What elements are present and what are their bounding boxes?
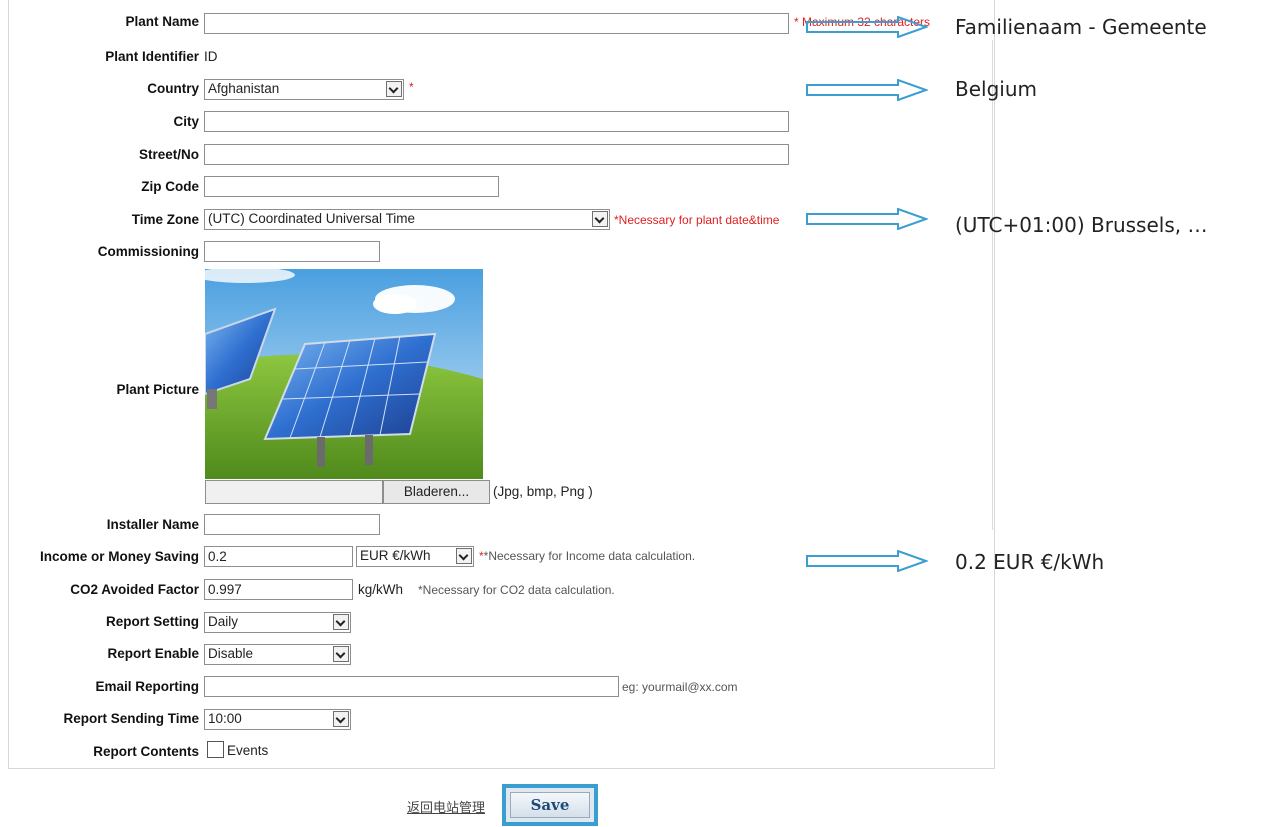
plant-picture-label: Plant Picture [116, 382, 199, 397]
report-enable-selected: Disable [208, 646, 254, 661]
divider-line [992, 40, 993, 530]
chevron-down-icon[interactable] [333, 711, 349, 727]
street-label: Street/No [138, 147, 199, 162]
report-enable-select[interactable]: Disable [204, 644, 351, 665]
events-checkbox[interactable] [207, 741, 224, 758]
report-setting-selected: Daily [208, 614, 239, 629]
report-enable-label: Report Enable [107, 646, 199, 661]
chevron-down-icon[interactable] [333, 646, 349, 662]
annotation-country: Belgium [955, 77, 1037, 101]
income-unit-selected: EUR €/kWh [360, 548, 431, 563]
annotation-plant-name: Familienaam - Gemeente [955, 15, 1207, 39]
save-button[interactable]: Save [510, 792, 590, 818]
send-time-label: Report Sending Time [63, 711, 199, 726]
picture-formats-hint: (Jpg, bmp, Png ) [493, 484, 593, 499]
report-setting-select[interactable]: Daily [204, 612, 351, 633]
annotation-arrow-3 [806, 208, 928, 230]
income-label: Income or Money Saving [39, 549, 199, 564]
chevron-down-icon[interactable] [456, 548, 472, 564]
browse-button[interactable]: Bladeren... [383, 480, 490, 504]
time-zone-note: *Necessary for plant date&time [614, 213, 780, 227]
plant-name-label: Plant Name [125, 14, 199, 29]
co2-input[interactable] [204, 579, 353, 600]
co2-label: CO2 Avoided Factor [70, 582, 199, 597]
annotation-arrow-1 [806, 16, 928, 38]
annotation-time-zone: (UTC+01:00) Brussels, … [955, 213, 1208, 237]
zip-input[interactable] [204, 176, 499, 197]
annotation-income: 0.2 EUR €/kWh [955, 550, 1105, 574]
time-zone-selected: (UTC) Coordinated Universal Time [208, 211, 416, 226]
country-label: Country [147, 81, 199, 96]
email-hint: eg: yourmail@xx.com [622, 680, 738, 694]
file-path-input[interactable] [205, 480, 383, 504]
time-zone-select[interactable]: (UTC) Coordinated Universal Time [204, 209, 610, 230]
plant-picture-image [205, 269, 483, 479]
city-input[interactable] [204, 111, 789, 132]
save-button-highlight: Save [502, 784, 598, 826]
installer-input[interactable] [204, 514, 380, 535]
country-selected: Afghanistan [208, 81, 280, 96]
commissioning-input[interactable] [204, 241, 380, 262]
chevron-down-icon[interactable] [386, 81, 402, 97]
report-contents-label: Report Contents [93, 744, 199, 759]
chevron-down-icon[interactable] [333, 614, 349, 630]
income-note: **Necessary for Income data calculation. [479, 549, 696, 563]
report-setting-label: Report Setting [106, 614, 199, 629]
plant-name-input[interactable] [204, 13, 789, 34]
installer-label: Installer Name [106, 517, 199, 532]
country-required: * [409, 80, 414, 94]
income-input[interactable] [204, 546, 353, 567]
street-input[interactable] [204, 144, 789, 165]
email-label: Email Reporting [95, 679, 199, 694]
income-unit-select[interactable]: EUR €/kWh [356, 546, 474, 567]
country-select[interactable]: Afghanistan [204, 79, 404, 100]
annotation-arrow-2 [806, 79, 928, 101]
zip-label: Zip Code [141, 179, 199, 194]
co2-unit: kg/kWh [358, 582, 404, 597]
send-time-selected: 10:00 [208, 711, 242, 726]
plant-identifier-value: ID [204, 49, 218, 64]
email-input[interactable] [204, 676, 619, 697]
send-time-select[interactable]: 10:00 [204, 709, 351, 730]
co2-note: *Necessary for CO2 data calculation. [418, 583, 615, 597]
events-checkbox-label: Events [227, 743, 269, 758]
plant-identifier-label: Plant Identifier [105, 49, 199, 64]
city-label: City [173, 114, 199, 129]
commissioning-label: Commissioning [97, 244, 199, 259]
back-to-plant-management-link[interactable]: 返回电站管理 [407, 797, 485, 816]
annotation-arrow-4 [806, 550, 928, 572]
time-zone-label: Time Zone [131, 212, 199, 227]
chevron-down-icon[interactable] [592, 211, 608, 227]
